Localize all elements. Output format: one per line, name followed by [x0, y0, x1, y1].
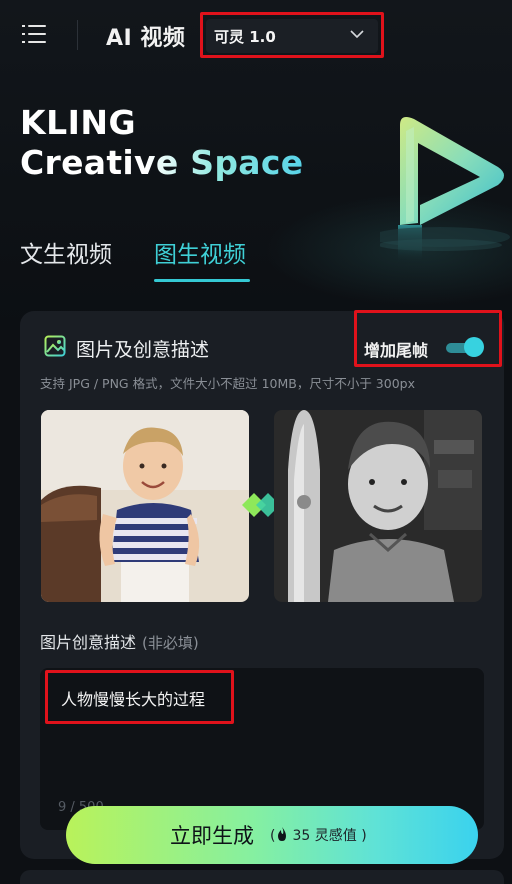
- start-frame-image[interactable]: [41, 410, 249, 602]
- tab-image-to-video[interactable]: 图生视频: [154, 235, 246, 269]
- app-header: AI 视频 可灵 1.0: [0, 0, 512, 70]
- page-title: AI 视频: [106, 26, 186, 51]
- description-label: 图片创意描述 (非必填): [40, 629, 199, 653]
- description-text[interactable]: 人物慢慢长大的过程: [61, 686, 205, 710]
- model-select[interactable]: 可灵 1.0: [206, 19, 378, 53]
- end-frame-image[interactable]: [274, 410, 482, 602]
- generate-cost: (35 灵感值 ): [270, 825, 367, 845]
- generate-cost-value: 35 灵感值: [292, 828, 357, 844]
- cost-paren-close: ): [361, 828, 367, 844]
- hero-title-line1: KLING: [20, 103, 137, 142]
- generate-button-label: 立即生成: [170, 824, 254, 848]
- description-label-text: 图片创意描述: [40, 633, 137, 652]
- menu-icon[interactable]: [22, 24, 46, 46]
- chevron-down-icon: [350, 30, 364, 39]
- image-icon: [44, 335, 66, 357]
- model-select-value: 可灵 1.0: [214, 28, 276, 46]
- add-tail-frame-label: 增加尾帧: [364, 341, 429, 360]
- add-tail-frame-toggle[interactable]: [446, 337, 486, 357]
- active-tab-indicator: [154, 279, 250, 282]
- toggle-knob: [464, 337, 484, 357]
- header-divider: [77, 20, 78, 50]
- kling-logo-icon: [380, 117, 510, 265]
- tab-text-to-video[interactable]: 文生视频: [20, 235, 112, 269]
- upload-hint: 支持 JPG / PNG 格式，文件大小不超过 10MB，尺寸不小于 300px: [40, 376, 415, 391]
- generate-button[interactable]: 立即生成 (35 灵感值 ): [66, 806, 478, 864]
- child-photo-icon: [41, 410, 249, 602]
- section-title: 图片及创意描述: [76, 339, 210, 361]
- bottom-panel-edge: [20, 870, 504, 884]
- description-optional-tag: (非必填): [142, 634, 199, 652]
- teen-photo-icon: [274, 410, 482, 602]
- hero-title-line2: Creative Space: [20, 143, 304, 182]
- flame-icon: [278, 827, 287, 841]
